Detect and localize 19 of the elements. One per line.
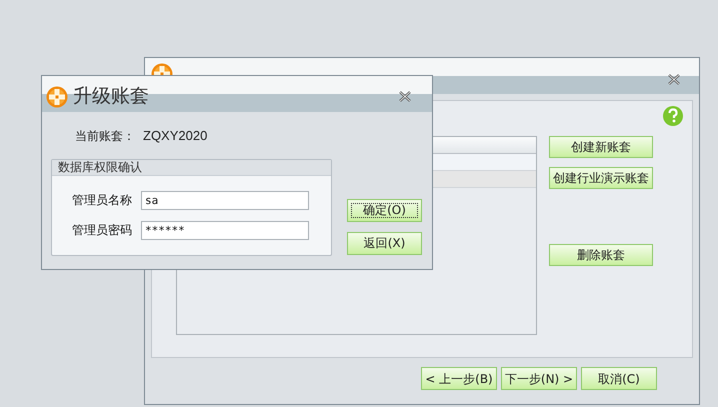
button[interactable]: 删除账套 xyxy=(549,244,653,266)
button[interactable]: < 上一步(B) xyxy=(421,367,497,390)
current-account-value: ZQXY2020 xyxy=(143,127,208,145)
button[interactable]: 下一步(N) > xyxy=(501,367,577,390)
dialog-button[interactable]: 返回(X) xyxy=(347,232,422,254)
button[interactable]: 取消(C) xyxy=(581,367,657,390)
current-account-label: 当前账套： xyxy=(75,128,136,145)
field-label: 管理员名称 xyxy=(72,192,133,209)
dialog-button[interactable]: 确定(O) xyxy=(347,198,422,222)
field-label: 管理员密码 xyxy=(72,222,133,239)
button[interactable]: 创建行业演示账套 xyxy=(549,167,653,189)
close-icon[interactable] xyxy=(668,74,680,85)
dialog-title: 升级账套 xyxy=(73,84,149,108)
button[interactable]: 创建新账套 xyxy=(549,136,653,158)
group-title: 数据库权限确认 xyxy=(58,159,142,176)
input-field[interactable]: ****** xyxy=(141,220,309,240)
input-field[interactable]: sa xyxy=(141,190,309,210)
close-icon[interactable] xyxy=(399,91,411,102)
app-icon xyxy=(46,86,68,108)
